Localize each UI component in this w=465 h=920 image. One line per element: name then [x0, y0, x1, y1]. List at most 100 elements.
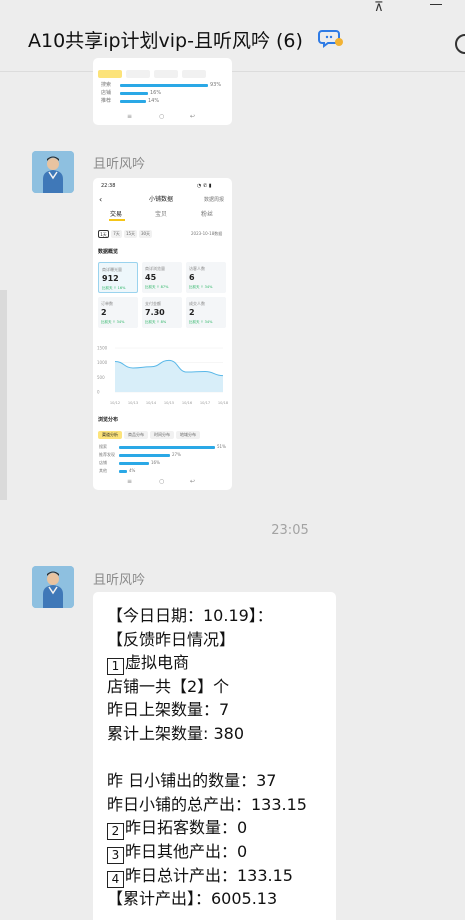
person-avatar-icon	[32, 566, 74, 608]
pin-icon[interactable]: ⊼	[374, 0, 384, 15]
metric-card: 访客人数 6 比前天 ↑ 34%	[186, 262, 226, 293]
bar-label: 推荐	[101, 98, 112, 104]
metric-card: 订单数 2 比前天 ↑ 34%	[98, 297, 138, 328]
bubble-text: 昨日小铺的总产出：133.15	[107, 794, 307, 814]
bubble-text: 昨 日小铺出的数量：37	[107, 771, 277, 791]
metric-card: 支付金额 7.30 比前天 ↑ 8%	[142, 297, 182, 328]
bar-fill	[120, 84, 208, 87]
nav-menu-icon: ≡	[127, 113, 133, 120]
bubble-text: 虚拟电商	[125, 653, 190, 673]
metric-label: 订单数	[101, 301, 113, 306]
bar-pct: 16%	[150, 90, 162, 96]
image-message-screenshot[interactable]: 22:38 ◔ ✆ ▮ ‹ 小铺数据 数据周报 交易 宝贝 粉丝 1天 7天 1…	[93, 178, 232, 490]
dist-label: 其他	[99, 468, 107, 473]
weekly-report-link: 数据周报	[204, 197, 225, 203]
x-tick-label: 10/15	[164, 401, 174, 405]
range-1day: 1天	[98, 230, 109, 238]
y-tick-label: 500	[97, 375, 105, 380]
bubble-text: 昨日其他产出：0	[125, 841, 248, 861]
bubble-text: 累计上架数量: 380	[107, 723, 245, 743]
chat-title-bar: ⊼ A10共享ip计划vip-且听风吟 (6)	[0, 0, 465, 72]
distribution-title: 浏览分布	[98, 417, 119, 423]
dist-tab-channel: 渠道分析	[98, 431, 122, 439]
status-icons: ◔ ✆ ▮	[197, 183, 212, 189]
message-timestamp: 23:05	[271, 523, 309, 538]
metric-value: 6	[189, 273, 195, 282]
metric-change: 比前天 ↑ 16%	[102, 286, 126, 290]
dist-label: 店铺	[99, 460, 107, 465]
chat-badge-icon[interactable]	[318, 27, 344, 49]
bubble-text: 【反馈昨日情况】	[107, 629, 236, 649]
dist-pct: 51%	[217, 444, 226, 449]
phone-tab-fans: 粉丝	[201, 211, 214, 218]
metric-change: 比前天 ↑ 34%	[189, 320, 213, 324]
dist-tab	[126, 70, 150, 78]
dist-tab-goods: 商品分布	[124, 431, 148, 439]
number-keycap-icon: 3	[107, 846, 124, 864]
avatar[interactable]	[32, 151, 74, 193]
more-icon[interactable]	[455, 34, 465, 54]
bubble-line: 昨日小铺的总产出：133.15	[107, 793, 322, 817]
status-time: 22:38	[101, 183, 116, 189]
avatar[interactable]	[32, 566, 74, 608]
number-keycap-icon: 2	[107, 823, 124, 841]
x-tick-label: 10/16	[182, 401, 193, 405]
bubble-line: 【累计产出】：6005.13	[107, 887, 322, 911]
range-date: 2023-10-18数据	[191, 231, 223, 236]
nav-back-icon: ↩	[190, 478, 196, 485]
bubble-text: 【累计产出】：6005.13	[107, 889, 278, 909]
dist-pct: 4%	[129, 468, 136, 473]
bar-pct: 93%	[210, 82, 222, 88]
metric-value: 7.30	[145, 308, 165, 317]
range-30day: 30天	[139, 230, 152, 238]
metric-label: 访客人数	[189, 266, 205, 271]
tab-underline	[109, 219, 125, 221]
bubble-text: 店铺一共【2】个	[107, 676, 230, 696]
dist-tab	[154, 70, 178, 78]
image-message-top[interactable]: 搜索 93% 店铺 16% 推荐 14% ≡ ○ ↩	[93, 58, 232, 125]
number-keycap-icon: 1	[107, 658, 124, 676]
phone-tab-goods: 宝贝	[155, 211, 168, 218]
bubble-line: 1 虚拟电商	[107, 651, 322, 676]
bar-label: 店铺	[101, 90, 112, 96]
bubble-text: 昨日总计产出：133.15	[125, 865, 293, 885]
dist-bar	[119, 462, 149, 465]
text-message-bubble[interactable]: 【今日日期：10.19】： 【反馈昨日情况】 1 虚拟电商 店铺一共【2】个 昨日上架数量…	[93, 592, 336, 920]
dist-bar	[119, 470, 127, 473]
bubble-line: 3 昨日其他产出：0	[107, 840, 322, 864]
bubble-line: 店铺一共【2】个	[107, 675, 322, 699]
sender-name: 且听风吟	[93, 157, 146, 172]
sender-name: 且听风吟	[93, 573, 146, 588]
metric-card: 商详曝光量 912 比前天 ↑ 16%	[98, 262, 138, 293]
bubble-line: 累计上架数量: 380	[107, 722, 322, 746]
bubble-text: 昨日拓客数量：0	[125, 818, 248, 838]
metric-label: 商详曝光量	[102, 267, 122, 272]
y-tick-label: 0	[97, 390, 100, 395]
dist-label: 推荐发现	[99, 452, 115, 457]
metric-change: 比前天 ↑ 34%	[101, 320, 125, 324]
minimize-icon[interactable]	[430, 4, 442, 5]
bar-pct: 14%	[148, 98, 160, 104]
dist-tab-region: 地域分布	[176, 431, 200, 439]
series-area	[115, 360, 223, 392]
metric-label: 商详浏览量	[145, 266, 165, 271]
bubble-blank-line	[107, 746, 322, 770]
nav-menu-icon: ≡	[127, 478, 133, 485]
person-avatar-icon	[32, 151, 74, 193]
dist-pct: 27%	[172, 452, 181, 457]
dist-tab-time: 时间分布	[150, 431, 174, 439]
metric-change: 比前天 ↑ 8%	[145, 320, 167, 324]
scrollbar[interactable]	[0, 290, 7, 500]
dist-label: 搜索	[99, 444, 107, 449]
bubble-line: 【反馈昨日情况】	[107, 628, 322, 652]
bubble-line: 昨日上架数量：7	[107, 698, 322, 722]
dist-bar	[119, 454, 170, 457]
x-tick-label: 10/13	[128, 401, 138, 405]
back-icon: ‹	[99, 195, 103, 204]
bar-label: 搜索	[101, 82, 112, 88]
metric-card: 成交人数 2 比前天 ↑ 34%	[186, 297, 226, 328]
nav-home-icon: ○	[159, 478, 165, 485]
dist-pct: 16%	[151, 460, 160, 465]
x-tick-label: 10/18	[218, 401, 229, 405]
bubble-line: 【今日日期：10.19】：	[107, 604, 322, 628]
